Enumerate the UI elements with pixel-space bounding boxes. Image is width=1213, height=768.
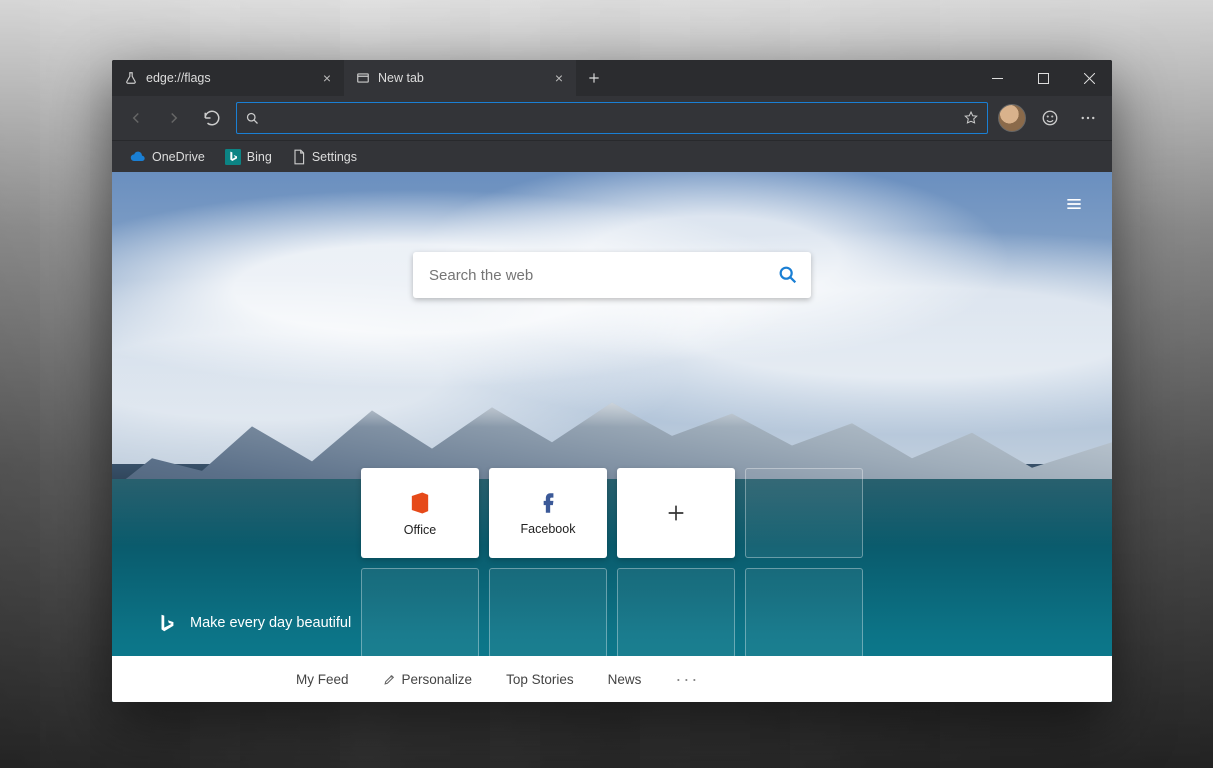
favorite-star-icon[interactable] [963, 110, 979, 126]
feed-topstories[interactable]: Top Stories [506, 672, 574, 687]
tile-facebook[interactable]: Facebook [489, 468, 607, 558]
tab-title: New tab [378, 71, 542, 85]
tile-office[interactable]: Office [361, 468, 479, 558]
tile-empty[interactable] [745, 468, 863, 558]
feed-more-button[interactable]: ··· [675, 669, 699, 690]
feed-personalize[interactable]: Personalize [383, 672, 473, 687]
tile-empty[interactable] [489, 568, 607, 658]
tile-add[interactable] [617, 468, 735, 558]
bookmark-label: OneDrive [152, 150, 205, 164]
top-sites-grid: Office Facebook [361, 468, 863, 658]
bookmark-label: Bing [247, 150, 272, 164]
tile-label: Facebook [521, 522, 576, 536]
facebook-icon [535, 490, 561, 516]
tab-flags[interactable]: edge://flags × [112, 60, 344, 96]
tab-strip: edge://flags × New tab × [112, 60, 1112, 96]
address-bar[interactable] [236, 102, 988, 134]
bookmark-onedrive[interactable]: OneDrive [122, 145, 213, 169]
tile-label: Office [404, 523, 436, 537]
browser-window: edge://flags × New tab × [112, 60, 1112, 702]
search-icon [245, 111, 260, 126]
window-controls [974, 60, 1112, 96]
bookmark-label: Settings [312, 150, 357, 164]
feedback-smiley-button[interactable] [1032, 100, 1068, 136]
bookmark-settings[interactable]: Settings [284, 145, 365, 169]
bookmarks-bar: OneDrive Bing Settings [112, 140, 1112, 172]
tile-empty[interactable] [745, 568, 863, 658]
tab-newtab[interactable]: New tab × [344, 60, 576, 96]
newtab-icon [356, 71, 370, 85]
feed-myfeed[interactable]: My Feed [296, 672, 349, 687]
profile-avatar[interactable] [998, 104, 1026, 132]
tab-close-button[interactable]: × [550, 69, 568, 87]
feed-news[interactable]: News [608, 672, 642, 687]
page-icon [292, 149, 306, 165]
office-icon [406, 489, 434, 517]
address-input[interactable] [268, 111, 955, 126]
refresh-button[interactable] [194, 100, 230, 136]
search-icon[interactable] [777, 264, 799, 286]
forward-button[interactable] [156, 100, 192, 136]
bing-logo-icon [156, 612, 178, 634]
tab-title: edge://flags [146, 71, 310, 85]
cloud-icon [130, 149, 146, 165]
maximize-button[interactable] [1020, 60, 1066, 96]
feed-bar: My Feed Personalize Top Stories News ··· [112, 656, 1112, 702]
close-window-button[interactable] [1066, 60, 1112, 96]
new-tab-page: Office Facebook Make every day beautiful [112, 172, 1112, 702]
back-button[interactable] [118, 100, 154, 136]
page-menu-button[interactable] [1056, 186, 1092, 222]
minimize-button[interactable] [974, 60, 1020, 96]
tile-empty[interactable] [361, 568, 479, 658]
pencil-icon [383, 673, 396, 686]
web-search-box[interactable] [413, 252, 811, 298]
toolbar [112, 96, 1112, 140]
flask-icon [124, 71, 138, 85]
tab-close-button[interactable]: × [318, 69, 336, 87]
bookmark-bing[interactable]: Bing [217, 145, 280, 169]
bing-tagline: Make every day beautiful [156, 612, 351, 634]
menu-button[interactable] [1070, 100, 1106, 136]
bing-icon [225, 149, 241, 165]
web-search-input[interactable] [429, 267, 777, 284]
new-tab-button[interactable] [576, 60, 612, 96]
tile-empty[interactable] [617, 568, 735, 658]
tagline-text: Make every day beautiful [190, 615, 351, 631]
